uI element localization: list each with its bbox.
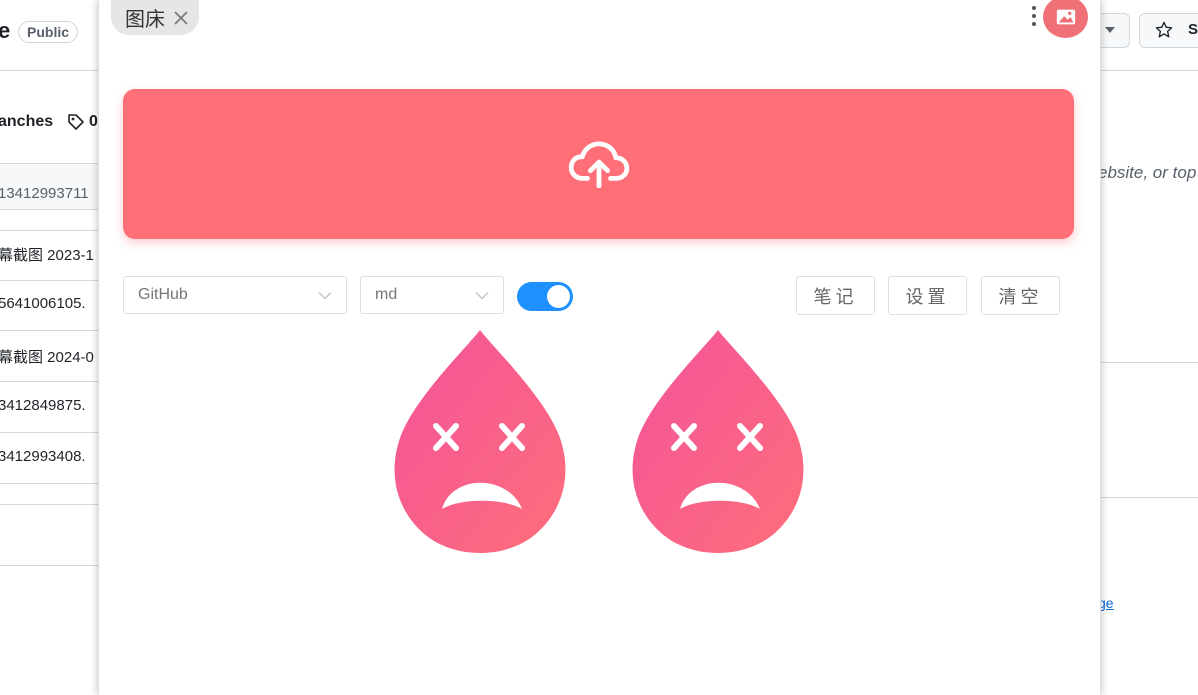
repo-name[interactable]: e: [0, 18, 10, 44]
chevron-down-icon: [475, 292, 489, 300]
more-options-icon[interactable]: [1029, 2, 1039, 30]
format-select-value: md: [375, 286, 398, 303]
divider: [1100, 70, 1198, 71]
divider: [0, 483, 100, 484]
close-icon[interactable]: [173, 10, 189, 26]
host-select[interactable]: GitHub: [123, 276, 347, 314]
star-button[interactable]: St: [1139, 13, 1198, 48]
tag-icon[interactable]: [66, 112, 86, 132]
divider: [1100, 362, 1198, 363]
clear-button[interactable]: 清空: [981, 276, 1060, 315]
divider: [1100, 497, 1198, 498]
settings-button[interactable]: 设置: [888, 276, 967, 315]
file-row[interactable]: 5641006105.: [0, 295, 86, 312]
host-select-value: GitHub: [138, 286, 188, 303]
visibility-badge: Public: [18, 21, 79, 43]
broken-image-icon: [632, 330, 804, 553]
star-icon: [1155, 21, 1173, 38]
app-logo[interactable]: [1043, 0, 1088, 38]
divider: [0, 565, 100, 566]
about-text: ebsite, or top: [1098, 163, 1197, 182]
chevron-down-icon: [318, 292, 332, 300]
image-icon: [1056, 9, 1075, 25]
divider: [0, 70, 100, 71]
upload-dropzone[interactable]: [123, 89, 1074, 239]
format-select[interactable]: md: [360, 276, 504, 314]
tags-count[interactable]: 0: [89, 113, 98, 131]
file-row[interactable]: 幕截图 2024-0: [0, 346, 94, 367]
tab-image-host[interactable]: 图床: [111, 0, 199, 35]
broken-image-icon: [394, 330, 566, 553]
divider: [0, 381, 100, 382]
divider: [0, 230, 100, 231]
file-row[interactable]: 13412993711: [0, 185, 89, 202]
cloud-upload-icon: [568, 141, 629, 188]
branches-link[interactable]: anches: [0, 113, 53, 131]
file-row[interactable]: 3412993408.: [0, 448, 86, 465]
divider: [0, 330, 100, 331]
toggle-switch[interactable]: [517, 282, 573, 311]
divider: [0, 504, 100, 505]
tab-title: 图床: [125, 9, 165, 31]
star-label: St: [1188, 21, 1198, 38]
image-host-popup: 图床 GitHub md 笔记 设置 清空: [98, 0, 1101, 695]
divider: [0, 280, 100, 281]
file-row[interactable]: 幕截图 2023-1: [0, 244, 94, 265]
notes-button[interactable]: 笔记: [796, 276, 875, 315]
divider: [0, 432, 100, 433]
caret-down-icon: [1105, 27, 1115, 33]
file-row[interactable]: 3412849875.: [0, 397, 86, 414]
